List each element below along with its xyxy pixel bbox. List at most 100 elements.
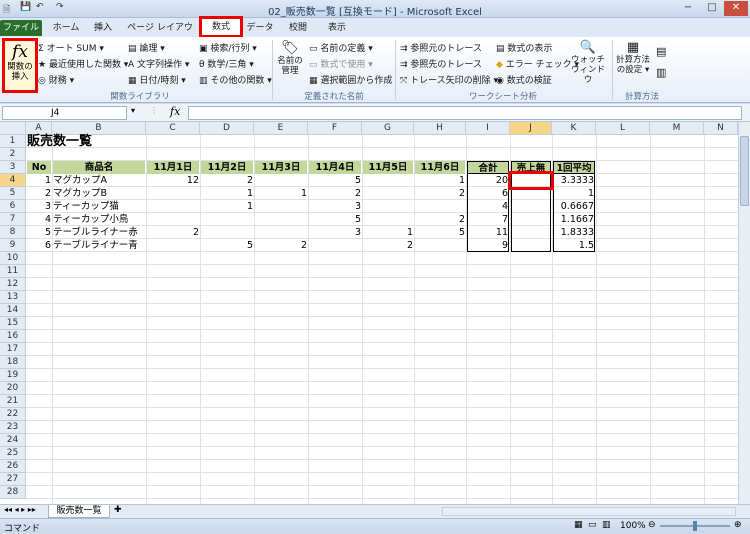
table-cell[interactable]: 11 <box>467 226 509 239</box>
row-header-16[interactable]: 16 <box>0 330 26 343</box>
formula-input[interactable] <box>188 106 742 120</box>
recent-functions-button[interactable]: ★ 最近使用した関数 ▾ <box>38 57 128 70</box>
calc-sheet-icon[interactable]: ▥ <box>656 66 666 79</box>
product-name[interactable]: ティーカップ小鳥 <box>53 213 145 226</box>
header-A[interactable]: No <box>27 161 51 174</box>
table-cell[interactable]: 1 <box>553 187 595 200</box>
table-cell[interactable]: 2 <box>201 174 253 187</box>
table-cell[interactable] <box>201 213 253 226</box>
name-manager-button[interactable]: 🏷 名前の管理 <box>276 40 304 76</box>
row-header-21[interactable]: 21 <box>0 395 26 408</box>
row-number[interactable]: 1 <box>27 174 51 187</box>
zoom-level[interactable]: 100% <box>620 521 646 531</box>
header-D[interactable]: 11月2日 <box>201 161 253 174</box>
row-header-6[interactable]: 6 <box>0 200 26 213</box>
trace-dependents-button[interactable]: ⇉ 参照先のトレース <box>400 57 482 70</box>
column-header-E[interactable]: E <box>254 122 308 135</box>
row-number[interactable]: 5 <box>27 226 51 239</box>
row-header-24[interactable]: 24 <box>0 434 26 447</box>
row-number[interactable]: 4 <box>27 213 51 226</box>
remove-arrows-button[interactable]: ⤧ トレース矢印の削除 ▾ <box>400 73 498 86</box>
scroll-thumb[interactable] <box>740 136 749 206</box>
row-number[interactable]: 2 <box>27 187 51 200</box>
table-cell[interactable]: 1 <box>363 226 413 239</box>
table-cell[interactable] <box>255 200 307 213</box>
table-cell[interactable]: 7 <box>467 213 509 226</box>
chevron-down-icon[interactable]: ▾ <box>131 106 135 115</box>
product-name[interactable]: マグカップB <box>53 187 145 200</box>
new-sheet-icon[interactable]: ✚ <box>114 505 122 515</box>
header-H[interactable]: 11月6日 <box>415 161 465 174</box>
view-page-layout-icon[interactable]: ▭ <box>588 520 597 530</box>
column-header-K[interactable]: K <box>552 122 596 135</box>
row-header-9[interactable]: 9 <box>0 239 26 252</box>
calc-options-button[interactable]: ▦ 計算方法の設定 ▾ <box>614 40 652 75</box>
autosum-button[interactable]: Σ オート SUM ▾ <box>38 41 104 54</box>
column-header-G[interactable]: G <box>362 122 414 135</box>
table-cell[interactable]: 1.5 <box>553 239 595 252</box>
tab-page-layout[interactable]: ページ レイアウト <box>126 20 194 49</box>
column-header-M[interactable]: M <box>650 122 704 135</box>
row-header-3[interactable]: 3 <box>0 161 26 174</box>
table-cell[interactable] <box>511 213 551 226</box>
row-header-19[interactable]: 19 <box>0 369 26 382</box>
vertical-scrollbar[interactable] <box>738 122 750 504</box>
show-formulas-button[interactable]: ▤ 数式の表示 <box>496 41 552 54</box>
row-header-8[interactable]: 8 <box>0 226 26 239</box>
table-cell[interactable] <box>363 200 413 213</box>
math-button[interactable]: θ 数学/三角 ▾ <box>199 57 254 70</box>
financial-button[interactable]: ◎ 財務 ▾ <box>38 73 74 86</box>
product-name[interactable]: テーブルライナー赤 <box>53 226 145 239</box>
table-cell[interactable] <box>147 239 199 252</box>
column-header-D[interactable]: D <box>200 122 254 135</box>
calc-now-icon[interactable]: ▤ <box>656 45 666 58</box>
row-header-12[interactable]: 12 <box>0 278 26 291</box>
insert-function-button[interactable]: fx 関数の挿入 <box>2 38 38 93</box>
header-G[interactable]: 11月5日 <box>363 161 413 174</box>
worksheet-grid[interactable]: ABCDEFGHIJKLMN 1 2 3 4 5 6 7 8 9 10 11 12 13 14 15 16 17… <box>0 122 738 504</box>
row-number[interactable]: 3 <box>27 200 51 213</box>
more-functions-button[interactable]: ▥ その他の関数 ▾ <box>199 73 272 86</box>
table-cell[interactable] <box>201 226 253 239</box>
selected-cell-highlight[interactable] <box>508 171 554 190</box>
table-cell[interactable] <box>363 187 413 200</box>
select-all-corner[interactable] <box>0 122 26 135</box>
table-cell[interactable]: 9 <box>467 239 509 252</box>
zoom-slider-thumb[interactable] <box>693 521 697 531</box>
zoom-in-icon[interactable]: ⊕ <box>734 520 742 530</box>
row-header-2[interactable]: 2 <box>0 148 26 161</box>
table-cell[interactable]: 5 <box>309 174 361 187</box>
table-cell[interactable] <box>147 200 199 213</box>
column-header-H[interactable]: H <box>414 122 466 135</box>
table-cell[interactable]: 3 <box>309 226 361 239</box>
row-header-26[interactable]: 26 <box>0 460 26 473</box>
row-header-25[interactable]: 25 <box>0 447 26 460</box>
maximize-button[interactable]: □ <box>700 1 724 16</box>
row-header-28[interactable]: 28 <box>0 486 26 499</box>
tab-review[interactable]: 校閲 <box>283 20 313 36</box>
column-header-I[interactable]: I <box>466 122 510 135</box>
product-name[interactable]: テーブルライナー青 <box>53 239 145 252</box>
table-cell[interactable] <box>255 226 307 239</box>
header-F[interactable]: 11月4日 <box>309 161 361 174</box>
table-cell[interactable]: 2 <box>415 187 465 200</box>
tab-data[interactable]: データ <box>245 20 275 36</box>
header-B[interactable]: 商品名 <box>53 161 145 174</box>
table-cell[interactable] <box>511 200 551 213</box>
table-cell[interactable]: 3 <box>309 200 361 213</box>
watch-window-button[interactable]: 🔍 ウォッチ ウィンドウ <box>568 40 608 85</box>
row-header-13[interactable]: 13 <box>0 291 26 304</box>
column-header-J[interactable]: J <box>510 122 552 135</box>
header-C[interactable]: 11月1日 <box>147 161 199 174</box>
row-header-7[interactable]: 7 <box>0 213 26 226</box>
row-header-23[interactable]: 23 <box>0 421 26 434</box>
table-cell[interactable]: 1 <box>201 200 253 213</box>
trace-precedents-button[interactable]: ⇉ 参照元のトレース <box>400 41 482 54</box>
datetime-button[interactable]: ▦ 日付/時刻 ▾ <box>128 73 186 86</box>
product-name[interactable]: ティーカップ猫 <box>53 200 145 213</box>
table-cell[interactable]: 2 <box>147 226 199 239</box>
sheet-nav-icon[interactable]: ◂◂ ◂ ▸ ▸▸ <box>4 505 36 514</box>
table-cell[interactable]: 20 <box>467 174 509 187</box>
view-page-break-icon[interactable]: ▥ <box>602 520 611 530</box>
table-cell[interactable]: 1 <box>255 187 307 200</box>
